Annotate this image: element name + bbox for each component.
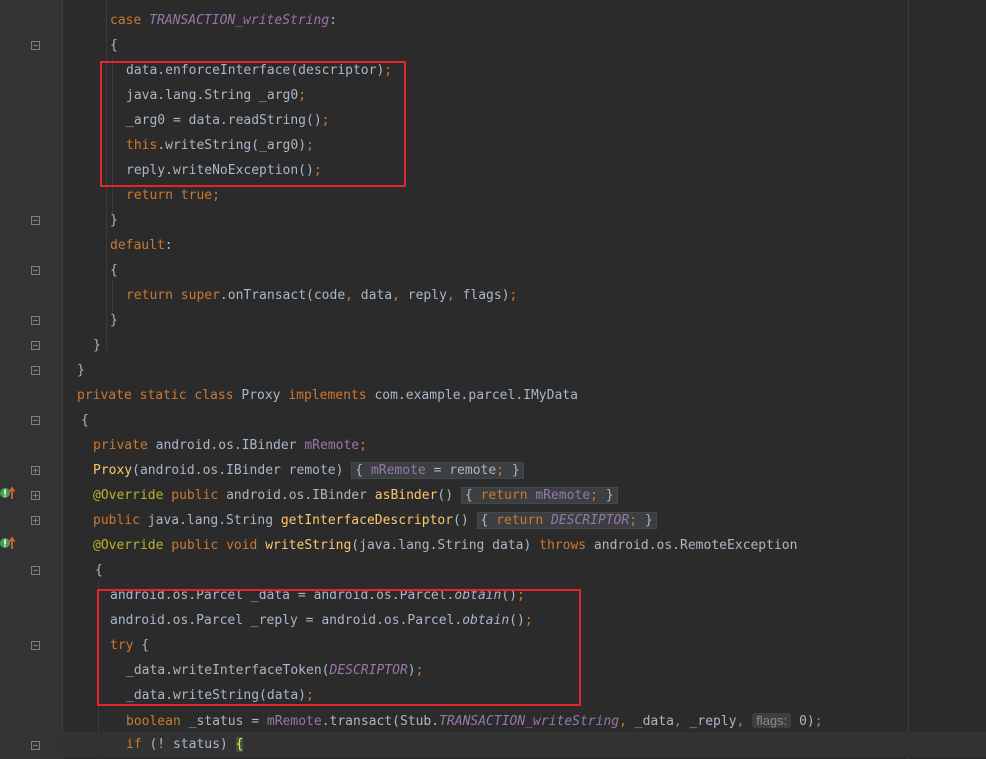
fold-marker[interactable] xyxy=(31,41,40,50)
code-line: { xyxy=(95,563,103,578)
fold-marker[interactable] xyxy=(31,466,40,475)
code-line: } xyxy=(77,363,85,378)
code-line: } xyxy=(110,313,118,328)
code-line: return super.onTransact(code, data, repl… xyxy=(126,288,518,303)
editor-gutter xyxy=(0,0,63,759)
fold-marker[interactable] xyxy=(31,491,40,500)
right-margin-guide xyxy=(908,0,909,759)
fold-marker[interactable] xyxy=(31,266,40,275)
code-line: } xyxy=(110,213,118,228)
fold-marker[interactable] xyxy=(31,566,40,575)
fold-marker[interactable] xyxy=(31,341,40,350)
folded-code[interactable]: { mRemote = remote; } xyxy=(351,462,524,479)
folded-code[interactable]: { return DESCRIPTOR; } xyxy=(476,512,657,529)
code-line: } xyxy=(93,338,101,353)
code-line: { xyxy=(110,38,118,53)
highlight-box xyxy=(97,589,581,706)
code-line: Proxy(android.os.IBinder remote) { mRemo… xyxy=(93,458,524,483)
fold-marker[interactable] xyxy=(31,216,40,225)
current-line: if (! status) { xyxy=(62,732,986,757)
code-line: private android.os.IBinder mRemote; xyxy=(93,438,367,453)
code-line: private static class Proxy implements co… xyxy=(77,388,578,403)
folded-code[interactable]: { return mRemote; } xyxy=(460,487,618,504)
code-line: public java.lang.String getInterfaceDesc… xyxy=(93,508,657,533)
fold-marker[interactable] xyxy=(31,641,40,650)
fold-marker[interactable] xyxy=(31,366,40,375)
fold-marker[interactable] xyxy=(31,516,40,525)
override-method-icon[interactable] xyxy=(0,535,16,551)
fold-marker[interactable] xyxy=(31,416,40,425)
code-line: case TRANSACTION_writeString: xyxy=(110,13,337,28)
override-method-icon[interactable] xyxy=(0,485,16,501)
parameter-hint: flags: xyxy=(752,713,792,728)
code-line: @Override public android.os.IBinder asBi… xyxy=(93,483,618,508)
fold-marker[interactable] xyxy=(31,316,40,325)
code-editor[interactable]: case TRANSACTION_writeString: { data.enf… xyxy=(62,0,986,759)
code-line: default: xyxy=(110,238,173,253)
code-line: { xyxy=(110,263,118,278)
highlight-box xyxy=(100,61,406,187)
code-line: { xyxy=(81,413,89,428)
code-line: @Override public void writeString(java.l… xyxy=(93,538,798,553)
code-line: boolean _status = mRemote.transact(Stub.… xyxy=(126,713,823,729)
matched-brace: { xyxy=(235,737,244,752)
fold-marker[interactable] xyxy=(31,741,40,750)
